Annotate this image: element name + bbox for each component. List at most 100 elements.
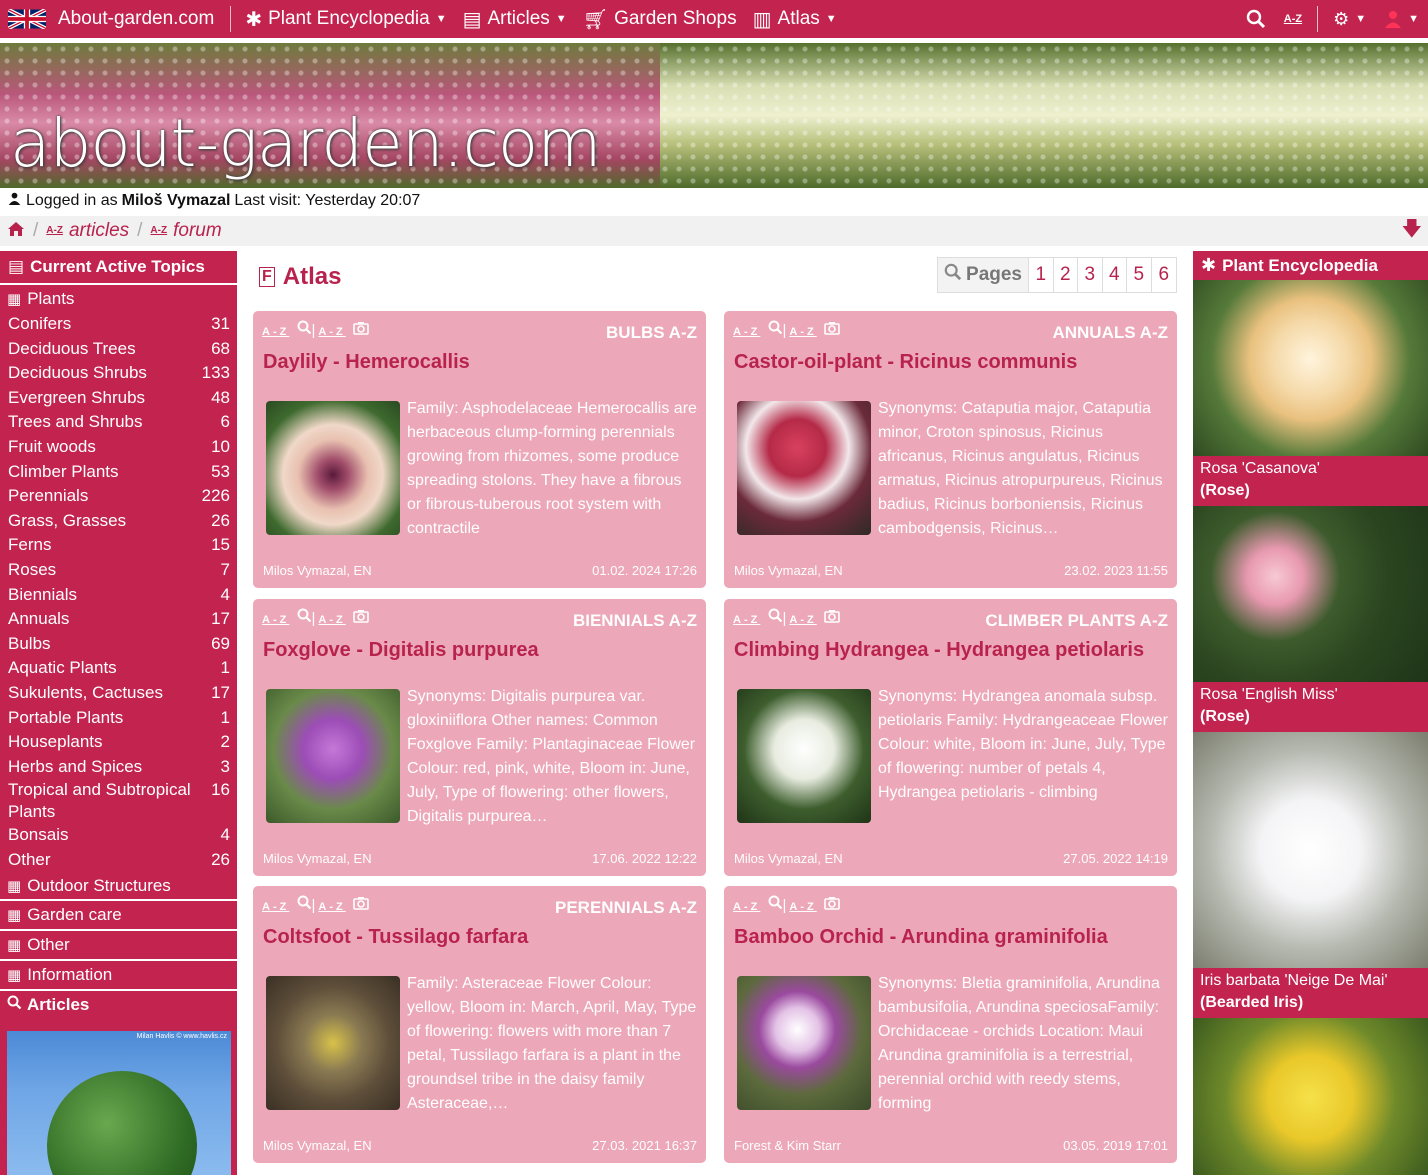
atlas-card[interactable]: A-Z |A-Z ANNUALS A-Z Castor-oil-plant - R… <box>724 311 1177 588</box>
topic-item[interactable]: Trees and Shrubs 6 <box>0 410 237 435</box>
topic-item[interactable]: Grass, Grasses 26 <box>0 509 237 534</box>
az-icon[interactable]: A-Z <box>789 902 816 913</box>
plant-caption[interactable]: Iris barbata 'Neige De Mai' (Bearded Iri… <box>1193 968 1428 1018</box>
page-link-6[interactable]: 6 <box>1152 258 1177 292</box>
atlas-card[interactable]: A-Z |A-Z PERENNIALS A-Z Coltsfoot - Tussi… <box>253 886 706 1163</box>
arrow-down-icon[interactable]: 🡇 <box>1401 214 1422 248</box>
atlas-icon[interactable]: A-Z <box>262 902 289 913</box>
nav-articles[interactable]: ▤ Articles ▼ <box>455 0 575 38</box>
atlas-icon[interactable]: A-Z <box>733 327 760 338</box>
topic-item[interactable]: Ferns 15 <box>0 533 237 558</box>
search-icon[interactable] <box>297 608 312 627</box>
atlas-icon[interactable]: A-Z <box>733 902 760 913</box>
card-thumbnail[interactable] <box>737 976 871 1110</box>
section-garden-care[interactable]: ▦ Garden care <box>0 899 237 929</box>
plant-image[interactable] <box>1193 280 1428 456</box>
topic-item[interactable]: Aquatic Plants 1 <box>0 656 237 681</box>
az-icon[interactable]: A-Z <box>318 902 345 913</box>
topic-item[interactable]: Sukulents, Cactuses 17 <box>0 681 237 706</box>
section-plants[interactable]: ▦ Plants <box>0 285 237 312</box>
camera-icon[interactable] <box>824 322 840 339</box>
login-username[interactable]: Miloš Vymazal <box>122 192 231 210</box>
camera-icon[interactable] <box>824 610 840 627</box>
topic-item[interactable]: Biennials 4 <box>0 583 237 608</box>
card-category[interactable]: PERENNIALS A-Z <box>555 898 697 918</box>
page-link-1[interactable]: 1 <box>1029 258 1054 292</box>
articles-header[interactable]: Articles <box>0 989 237 1019</box>
card-title[interactable]: Coltsfoot - Tussilago farfara <box>263 926 693 949</box>
card-title[interactable]: Foxglove - Digitalis purpurea <box>263 639 693 662</box>
plant-image[interactable] <box>1193 506 1428 682</box>
breadcrumb-forum[interactable]: forum <box>173 220 222 242</box>
topic-item[interactable]: Deciduous Shrubs 133 <box>0 361 237 386</box>
topic-item[interactable]: Fruit woods 10 <box>0 435 237 460</box>
card-title[interactable]: Climbing Hydrangea - Hydrangea petiolari… <box>734 639 1164 662</box>
plant-image[interactable] <box>1193 1018 1428 1175</box>
page-link-3[interactable]: 3 <box>1078 258 1103 292</box>
az-index-icon[interactable]: A-Z <box>1275 13 1311 25</box>
atlas-card[interactable]: A-Z |A-Z BIENNIALS A-Z Foxglove - Digital… <box>253 599 706 876</box>
plant-encyclopedia-header[interactable]: ✱ Plant Encyclopedia <box>1193 251 1428 280</box>
topic-item[interactable]: Conifers 31 <box>0 312 237 337</box>
card-title[interactable]: Daylily - Hemerocallis <box>263 351 693 374</box>
page-link-5[interactable]: 5 <box>1127 258 1152 292</box>
search-icon[interactable] <box>297 320 312 339</box>
section-information[interactable]: ▦ Information <box>0 959 237 989</box>
atlas-icon[interactable]: A-Z <box>262 327 289 338</box>
topic-item[interactable]: Bulbs 69 <box>0 632 237 657</box>
az-icon[interactable]: A-Z <box>318 615 345 626</box>
search-icon[interactable] <box>768 608 783 627</box>
search-icon[interactable] <box>768 320 783 339</box>
card-title[interactable]: Castor-oil-plant - Ricinus communis <box>734 351 1164 374</box>
camera-icon[interactable] <box>353 322 369 339</box>
topic-item[interactable]: Houseplants 2 <box>0 730 237 755</box>
atlas-icon[interactable]: A-Z <box>733 615 760 626</box>
topic-item[interactable]: Tropical and Subtropical Plants 16 <box>0 779 237 823</box>
camera-icon[interactable] <box>353 897 369 914</box>
home-icon[interactable] <box>7 221 25 242</box>
topic-item[interactable]: Herbs and Spices 3 <box>0 755 237 780</box>
plant-image[interactable] <box>1193 732 1428 968</box>
topic-item[interactable]: Portable Plants 1 <box>0 706 237 731</box>
camera-icon[interactable] <box>353 610 369 627</box>
topic-item[interactable]: Annuals 17 <box>0 607 237 632</box>
article-image[interactable]: Milan Havlis © www.havlis.cz <box>7 1031 231 1175</box>
card-thumbnail[interactable] <box>737 401 871 535</box>
search-icon[interactable] <box>1237 9 1275 29</box>
card-category[interactable]: BULBS A-Z <box>606 323 697 343</box>
search-icon[interactable] <box>768 895 783 914</box>
topic-item[interactable]: Other 26 <box>0 848 237 873</box>
topic-item[interactable]: Roses 7 <box>0 558 237 583</box>
uk-flag-icon[interactable] <box>8 9 46 29</box>
topic-item[interactable]: Evergreen Shrubs 48 <box>0 386 237 411</box>
gear-icon[interactable]: ⚙ ▼ <box>1324 9 1375 30</box>
atlas-icon[interactable]: A-Z <box>262 615 289 626</box>
section-outdoor-structures[interactable]: ▦ Outdoor Structures <box>0 872 237 899</box>
atlas-card[interactable]: A-Z |A-Z Bamboo Orchid - Arundina gramin… <box>724 886 1177 1163</box>
topic-item[interactable]: Deciduous Trees 68 <box>0 337 237 362</box>
page-link-4[interactable]: 4 <box>1103 258 1127 292</box>
banner-logo-text[interactable]: about-garden.com <box>10 105 602 182</box>
az-icon[interactable]: A-Z <box>318 327 345 338</box>
camera-icon[interactable] <box>824 897 840 914</box>
user-icon[interactable]: ▼ <box>1375 10 1428 28</box>
atlas-card[interactable]: A-Z |A-Z CLIMBER PLANTS A-Z Climbing Hydr… <box>724 599 1177 876</box>
card-thumbnail[interactable] <box>266 689 400 823</box>
card-thumbnail[interactable] <box>266 401 400 535</box>
card-thumbnail[interactable] <box>737 689 871 823</box>
search-icon[interactable] <box>297 895 312 914</box>
az-icon[interactable]: A-Z <box>789 615 816 626</box>
card-category[interactable]: ANNUALS A-Z <box>1052 323 1168 343</box>
plant-caption[interactable]: Rosa 'Casanova' (Rose) <box>1193 456 1428 506</box>
nav-garden-shops[interactable]: 🛒︎ Garden Shops <box>575 0 745 38</box>
card-title[interactable]: Bamboo Orchid - Arundina graminifolia <box>734 926 1164 949</box>
section-other[interactable]: ▦ Other <box>0 929 237 959</box>
card-category[interactable]: BIENNIALS A-Z <box>573 611 697 631</box>
topic-item[interactable]: Perennials 226 <box>0 484 237 509</box>
topic-item[interactable]: Bonsais 4 <box>0 823 237 848</box>
breadcrumb-articles[interactable]: articles <box>69 220 129 242</box>
card-category[interactable]: CLIMBER PLANTS A-Z <box>985 611 1168 631</box>
card-thumbnail[interactable] <box>266 976 400 1110</box>
nav-plant-encyclopedia[interactable]: ✱ Plant Encyclopedia ▼ <box>237 0 454 38</box>
nav-atlas[interactable]: ▥ Atlas ▼ <box>745 0 845 38</box>
